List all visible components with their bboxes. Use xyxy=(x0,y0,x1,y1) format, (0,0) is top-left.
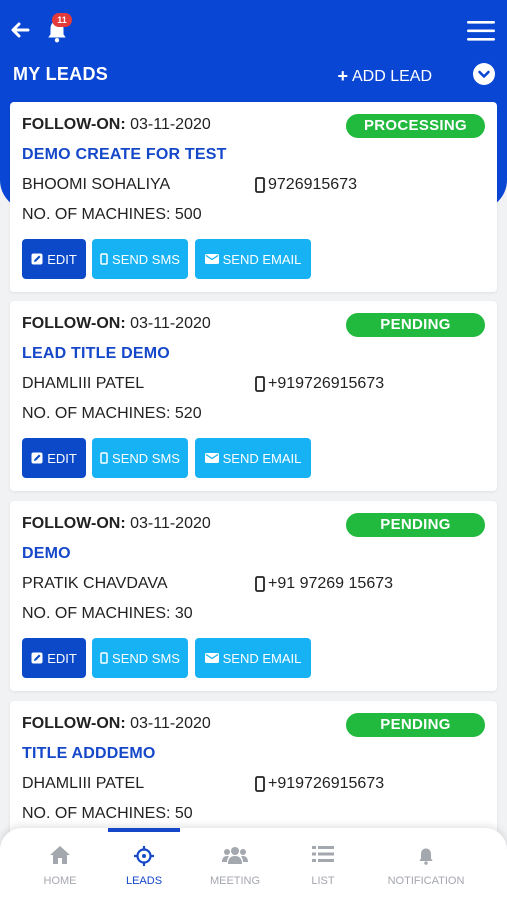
send-sms-button[interactable]: SEND SMS xyxy=(92,638,188,678)
back-button[interactable] xyxy=(8,18,32,42)
follow-on-date: 03-11-2020 xyxy=(130,515,211,532)
nav-home[interactable]: HOME xyxy=(20,828,100,900)
nav-meeting-label: MEETING xyxy=(209,875,261,887)
follow-on-label: FOLLOW-ON: xyxy=(22,116,126,133)
phone-number: +91 97269 15673 xyxy=(268,575,394,592)
phone-row: +919726915673 xyxy=(254,775,384,793)
send-email-label: SEND EMAIL xyxy=(222,251,302,267)
follow-on-row: FOLLOW-ON: 03-11-2020 xyxy=(22,315,211,333)
follow-on-label: FOLLOW-ON: xyxy=(22,715,126,732)
send-email-button[interactable]: SEND EMAIL xyxy=(195,638,311,678)
follow-on-date: 03-11-2020 xyxy=(130,116,211,133)
mobile-phone-icon xyxy=(100,253,108,265)
envelope-icon xyxy=(204,653,219,663)
status-badge: PROCESSING xyxy=(346,114,485,138)
machines-count: NO. OF MACHINES: 520 xyxy=(22,405,202,422)
add-lead-label: ADD LEAD xyxy=(351,67,432,85)
machines-count: NO. OF MACHINES: 500 xyxy=(22,206,202,223)
nav-home-label: HOME xyxy=(43,875,77,887)
lead-title[interactable]: DEMO xyxy=(22,545,71,563)
edit-label: EDIT xyxy=(47,450,77,466)
send-email-button[interactable]: SEND EMAIL xyxy=(195,438,311,478)
follow-on-row: FOLLOW-ON: 03-11-2020 xyxy=(22,715,211,733)
nav-list-label: LIST xyxy=(311,875,335,887)
mobile-phone-icon xyxy=(255,776,265,792)
edit-button[interactable]: EDIT xyxy=(22,638,86,678)
mobile-phone-icon xyxy=(100,452,108,464)
mobile-phone-icon xyxy=(255,177,265,193)
phone-number: +919726915673 xyxy=(268,375,385,392)
nav-meeting[interactable]: MEETING xyxy=(195,828,275,900)
send-email-label: SEND EMAIL xyxy=(222,450,302,466)
bottom-navigation: HOME LEADS MEETING LIST NOTIFICATION xyxy=(0,828,507,900)
edit-label: EDIT xyxy=(47,251,77,267)
edit-button[interactable]: EDIT xyxy=(22,438,86,478)
back-arrow-icon xyxy=(11,22,30,38)
machines-count: NO. OF MACHINES: 50 xyxy=(22,805,193,822)
notification-count-badge: 11 xyxy=(52,13,72,27)
send-sms-label: SEND SMS xyxy=(112,251,180,267)
contact-name: PRATIK CHAVDAVA xyxy=(22,575,168,592)
follow-on-label: FOLLOW-ON: xyxy=(22,515,126,532)
edit-icon xyxy=(31,253,43,265)
follow-on-date: 03-11-2020 xyxy=(130,315,211,332)
meeting-icon xyxy=(222,847,248,864)
phone-row: +919726915673 xyxy=(254,375,384,393)
lead-card[interactable]: FOLLOW-ON: 03-11-2020 PROCESSING DEMO CR… xyxy=(10,102,497,292)
notification-icon xyxy=(419,848,433,865)
list-icon xyxy=(312,846,334,862)
send-email-label: SEND EMAIL xyxy=(222,650,302,666)
envelope-icon xyxy=(204,254,219,264)
expand-toggle-button[interactable] xyxy=(473,63,495,85)
nav-list[interactable]: LIST xyxy=(283,828,363,900)
leads-icon xyxy=(134,846,154,866)
send-sms-button[interactable]: SEND SMS xyxy=(92,239,188,279)
nav-notification-label: NOTIFICATION xyxy=(387,875,465,887)
send-sms-label: SEND SMS xyxy=(112,650,180,666)
edit-label: EDIT xyxy=(47,650,77,666)
nav-notification[interactable]: NOTIFICATION xyxy=(376,828,476,900)
contact-name: BHOOMI SOHALIYA xyxy=(22,176,171,193)
contact-name: DHAMLIII PATEL xyxy=(22,375,145,392)
lead-title[interactable]: DEMO CREATE FOR TEST xyxy=(22,146,227,164)
home-icon xyxy=(50,846,70,864)
send-sms-button[interactable]: SEND SMS xyxy=(92,438,188,478)
phone-number: +919726915673 xyxy=(268,775,385,792)
mobile-phone-icon xyxy=(255,376,265,392)
status-badge: PENDING xyxy=(346,513,485,537)
title-row: MY LEADS + ADD LEAD xyxy=(0,62,507,92)
edit-icon xyxy=(31,652,43,664)
nav-leads-label: LEADS xyxy=(125,875,163,887)
add-lead-button[interactable]: + ADD LEAD xyxy=(337,66,432,87)
phone-number: 9726915673 xyxy=(268,176,357,193)
edit-icon xyxy=(31,452,43,464)
status-badge: PENDING xyxy=(346,713,485,737)
machines-count: NO. OF MACHINES: 30 xyxy=(22,605,193,622)
follow-on-row: FOLLOW-ON: 03-11-2020 xyxy=(22,116,211,134)
follow-on-date: 03-11-2020 xyxy=(130,715,211,732)
top-bar: 11 xyxy=(0,0,507,62)
mobile-phone-icon xyxy=(255,576,265,592)
page-title: MY LEADS xyxy=(13,64,109,84)
send-email-button[interactable]: SEND EMAIL xyxy=(195,239,311,279)
nav-leads[interactable]: LEADS xyxy=(104,828,184,900)
phone-row: 9726915673 xyxy=(254,176,357,194)
plus-icon: + xyxy=(337,66,348,86)
follow-on-row: FOLLOW-ON: 03-11-2020 xyxy=(22,515,211,533)
mobile-phone-icon xyxy=(100,652,108,664)
lead-card[interactable]: FOLLOW-ON: 03-11-2020 PENDING LEAD TITLE… xyxy=(10,301,497,491)
contact-name: DHAMLIII PATEL xyxy=(22,775,145,792)
follow-on-label: FOLLOW-ON: xyxy=(22,315,126,332)
lead-title[interactable]: LEAD TITLE DEMO xyxy=(22,345,170,363)
edit-button[interactable]: EDIT xyxy=(22,239,86,279)
chevron-down-icon xyxy=(478,70,490,78)
envelope-icon xyxy=(204,453,219,463)
send-sms-label: SEND SMS xyxy=(112,450,180,466)
lead-title[interactable]: TITLE ADDDEMO xyxy=(22,745,156,763)
phone-row: +91 97269 15673 xyxy=(254,575,393,593)
menu-button[interactable] xyxy=(467,20,495,42)
status-badge: PENDING xyxy=(346,313,485,337)
hamburger-menu-icon xyxy=(467,21,495,41)
lead-card[interactable]: FOLLOW-ON: 03-11-2020 PENDING DEMO PRATI… xyxy=(10,501,497,691)
